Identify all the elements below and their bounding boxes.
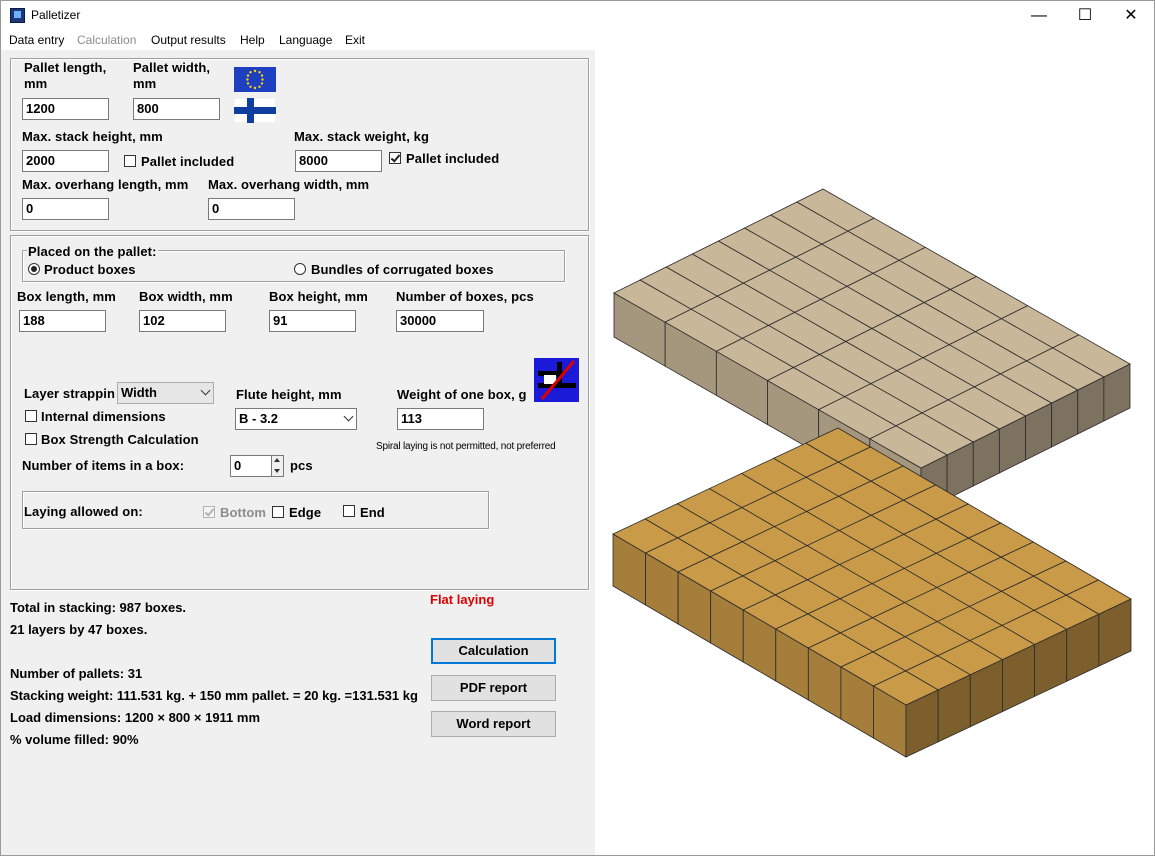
placed-on-pallet-label: Placed on the pallet: <box>27 244 158 259</box>
menu-language[interactable]: Language <box>279 33 332 47</box>
internal-dimensions-label: Internal dimensions <box>41 409 166 424</box>
bottom-label: Bottom <box>220 505 267 520</box>
pallet-width-input[interactable]: 800 <box>133 98 220 120</box>
flat-laying-text: Flat laying <box>430 592 495 607</box>
box-weight-label: Weight of one box, g <box>397 387 527 402</box>
height-pallet-included-checkbox[interactable] <box>124 155 136 167</box>
box-height-label: Box height, mm <box>269 289 368 304</box>
title-bar[interactable]: Palletizer — ☐ ✕ <box>1 1 1154 32</box>
edge-label: Edge <box>289 505 322 520</box>
box-width-input[interactable]: 102 <box>139 310 226 332</box>
bottom-checkbox[interactable] <box>203 506 215 518</box>
layers-text: 21 layers by 47 boxes. <box>10 622 148 637</box>
max-overhang-length-input[interactable]: 0 <box>22 198 109 220</box>
menu-exit[interactable]: Exit <box>345 33 365 47</box>
layer-strapping-label: Layer strappin <box>24 386 115 401</box>
pallets-count-text: Number of pallets: 31 <box>10 666 143 681</box>
box-length-label: Box length, mm <box>17 289 116 304</box>
pdf-report-button[interactable]: PDF report <box>431 675 556 701</box>
total-stacking-text: Total in stacking: 987 boxes. <box>10 600 187 615</box>
menu-help[interactable]: Help <box>240 33 265 47</box>
weight-pallet-included-label: Pallet included <box>406 151 500 166</box>
window-title: Palletizer <box>31 8 81 22</box>
pallet-width-label: Pallet width, <box>133 60 211 75</box>
box-strength-label: Box Strength Calculation <box>41 432 199 447</box>
items-spinner[interactable] <box>271 455 284 477</box>
box-count-label: Number of boxes, pcs <box>396 289 534 304</box>
flute-height-label: Flute height, mm <box>236 387 342 402</box>
edge-checkbox[interactable] <box>272 506 284 518</box>
max-overhang-length-label: Max. overhang length, mm <box>22 177 189 192</box>
internal-dimensions-checkbox[interactable] <box>25 410 37 422</box>
max-stack-weight-input[interactable]: 8000 <box>295 150 382 172</box>
calculation-button[interactable]: Calculation <box>431 638 556 664</box>
chevron-down-icon <box>200 385 211 396</box>
product-boxes-label: Product boxes <box>44 262 136 277</box>
palletizer-window: Palletizer — ☐ ✕ Data entry Calculation … <box>0 0 1155 856</box>
layer-strapping-value: Width <box>121 385 157 400</box>
pallet-length-unit: mm <box>24 76 48 91</box>
eu-flag-icon[interactable] <box>234 67 276 92</box>
box-length-input[interactable]: 188 <box>19 310 106 332</box>
product-boxes-radio[interactable] <box>28 263 40 275</box>
stacking-weight-text: Stacking weight: 111.531 kg. + 150 mm pa… <box>10 688 418 703</box>
menu-data-entry[interactable]: Data entry <box>9 33 64 47</box>
items-in-box-input[interactable]: 0 <box>230 455 272 477</box>
items-in-box-label: Number of items in a box: <box>22 458 185 473</box>
layer-strapping-icon[interactable] <box>534 358 579 402</box>
max-stack-weight-label: Max. stack weight, kg <box>294 129 430 144</box>
bundles-label: Bundles of corrugated boxes <box>311 262 494 277</box>
max-stack-height-input[interactable]: 2000 <box>22 150 109 172</box>
pallet-length-input[interactable]: 1200 <box>22 98 109 120</box>
app-icon <box>10 8 25 23</box>
spin-up-icon[interactable] <box>274 458 280 462</box>
word-report-button[interactable]: Word report <box>431 711 556 737</box>
end-checkbox[interactable] <box>343 505 355 517</box>
pallet-layers-drawing <box>612 188 1132 758</box>
menu-bar: Data entry Calculation Output results He… <box>1 32 1154 50</box>
spin-down-icon[interactable] <box>274 469 280 473</box>
items-unit-label: pcs <box>290 458 313 473</box>
max-overhang-width-input[interactable]: 0 <box>208 198 295 220</box>
load-dimensions-text: Load dimensions: 1200 × 800 × 1911 mm <box>10 710 261 725</box>
pallet-visualization <box>595 50 1154 855</box>
bundles-radio[interactable] <box>294 263 306 275</box>
box-weight-input[interactable]: 113 <box>397 408 484 430</box>
spiral-laying-note: Spiral laying is not permitted, not pref… <box>376 441 556 452</box>
pallet-width-unit: mm <box>133 76 157 91</box>
chevron-down-icon <box>343 411 354 422</box>
menu-output-results[interactable]: Output results <box>151 33 226 47</box>
box-height-input[interactable]: 91 <box>269 310 356 332</box>
box-count-input[interactable]: 30000 <box>396 310 484 332</box>
minimize-button[interactable]: — <box>1016 1 1062 32</box>
box-width-label: Box width, mm <box>139 289 233 304</box>
laying-allowed-label: Laying allowed on: <box>24 504 143 519</box>
flute-height-select[interactable]: B - 3.2 <box>235 408 357 430</box>
weight-pallet-included-checkbox[interactable] <box>389 152 401 164</box>
finland-flag-icon[interactable] <box>234 98 276 123</box>
max-overhang-width-label: Max. overhang width, mm <box>208 177 370 192</box>
menu-calculation[interactable]: Calculation <box>77 33 136 47</box>
layer-strapping-select[interactable]: Width <box>117 382 214 404</box>
flute-height-value: B - 3.2 <box>239 411 279 426</box>
volume-filled-text: % volume filled: 90% <box>10 732 139 747</box>
max-stack-height-label: Max. stack height, mm <box>22 129 163 144</box>
close-button[interactable]: ✕ <box>1108 1 1154 32</box>
end-label: End <box>360 505 385 520</box>
maximize-button[interactable]: ☐ <box>1062 1 1108 32</box>
pallet-length-label: Pallet length, <box>24 60 107 75</box>
box-strength-checkbox[interactable] <box>25 433 37 445</box>
height-pallet-included-label: Pallet included <box>141 154 235 169</box>
